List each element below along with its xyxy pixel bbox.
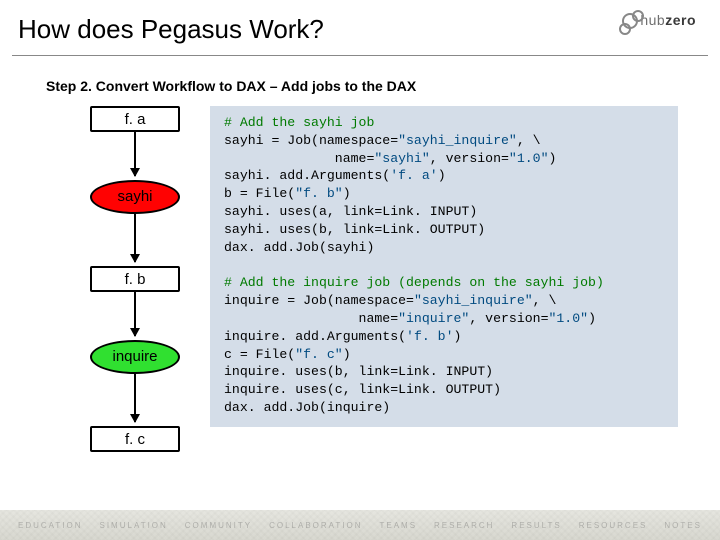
logo-text-zero: zero [665,12,696,28]
node-file-fc: f. c [90,426,180,452]
code-line: name="sayhi", version="1.0") [224,150,664,168]
hubzero-icon [622,13,638,29]
workflow-diagram: f. a sayhi f. b inquire f. c [0,106,210,427]
code-line: c = File("f. c") [224,346,664,364]
code-line: b = File("f. b") [224,185,664,203]
code-line: sayhi. add.Arguments('f. a') [224,167,664,185]
arrow-icon [134,214,136,262]
step-label: Step 2. Convert Workflow to DAX – Add jo… [0,56,720,94]
arrow-icon [134,292,136,336]
code-line [224,257,664,275]
code-panel: # Add the sayhi job sayhi = Job(namespac… [210,106,678,427]
code-line: name="inquire", version="1.0") [224,310,664,328]
page-title: How does Pegasus Work? [0,0,720,51]
footer-texture [0,510,720,540]
code-line: sayhi. uses(b, link=Link. OUTPUT) [224,221,664,239]
code-line: sayhi. uses(a, link=Link. INPUT) [224,203,664,221]
code-line: # Add the inquire job (depends on the sa… [224,274,664,292]
code-line: dax. add.Job(inquire) [224,399,664,417]
node-file-fb: f. b [90,266,180,292]
code-line: inquire. add.Arguments('f. b') [224,328,664,346]
hubzero-logo: hubzero [622,12,696,29]
code-line: inquire = Job(namespace="sayhi_inquire",… [224,292,664,310]
code-line: # Add the sayhi job [224,114,664,132]
node-file-fa: f. a [90,106,180,132]
content-row: f. a sayhi f. b inquire f. c # Add the s… [0,94,720,427]
logo-text-hub: hub [640,12,665,28]
arrow-icon [134,374,136,422]
code-line: sayhi = Job(namespace="sayhi_inquire", \ [224,132,664,150]
arrow-icon [134,132,136,176]
code-line: dax. add.Job(sayhi) [224,239,664,257]
node-job-sayhi: sayhi [90,180,180,214]
footer-bar: Education Simulation Community Collabora… [0,510,720,540]
node-job-inquire: inquire [90,340,180,374]
code-line: inquire. uses(c, link=Link. OUTPUT) [224,381,664,399]
code-line: inquire. uses(b, link=Link. INPUT) [224,363,664,381]
